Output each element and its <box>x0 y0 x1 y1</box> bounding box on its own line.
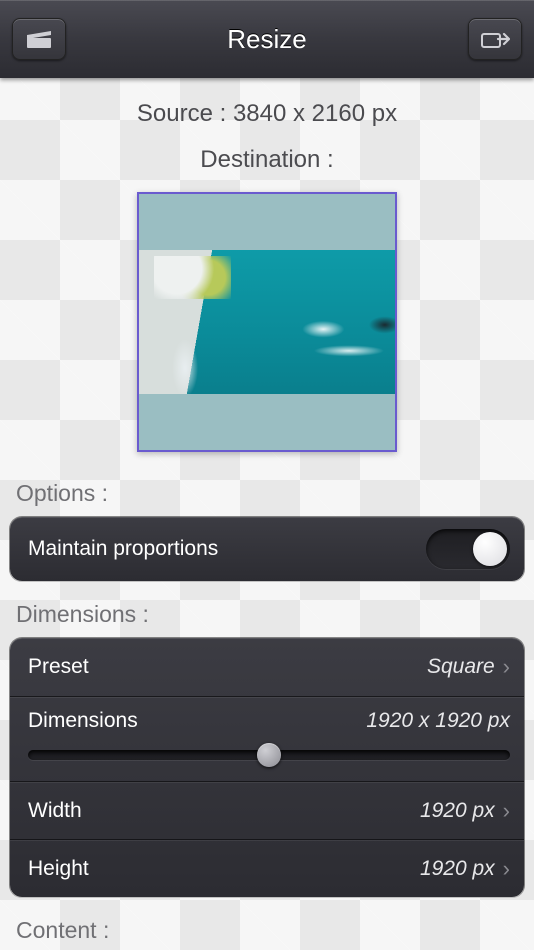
preset-row[interactable]: Preset Square › <box>10 638 524 696</box>
navbar: Resize <box>0 0 534 78</box>
width-label: Width <box>28 799 82 823</box>
content: Source : 3840 x 2160 px Destination : Op… <box>0 78 534 950</box>
preset-value: Square <box>427 655 495 679</box>
source-dimensions-text: Source : 3840 x 2160 px <box>0 100 534 128</box>
width-value: 1920 px <box>420 799 495 823</box>
options-panel: Maintain proportions <box>10 517 524 581</box>
slider-thumb[interactable] <box>257 743 281 767</box>
chevron-right-icon: › <box>503 656 510 678</box>
height-value: 1920 px <box>420 857 495 881</box>
width-row[interactable]: Width 1920 px › <box>10 781 524 839</box>
maintain-proportions-row[interactable]: Maintain proportions <box>10 517 524 581</box>
page-title: Resize <box>227 24 306 55</box>
preview-image <box>139 250 395 394</box>
destination-preview[interactable] <box>137 192 397 452</box>
maintain-proportions-label: Maintain proportions <box>28 537 218 561</box>
share-button[interactable] <box>468 18 522 60</box>
back-button[interactable] <box>12 18 66 60</box>
clapperboard-icon <box>26 29 52 49</box>
preview-container <box>0 192 534 452</box>
chevron-right-icon: › <box>503 858 510 880</box>
height-label: Height <box>28 857 89 881</box>
dimensions-row: Dimensions 1920 x 1920 px <box>10 696 524 781</box>
preview-letterbox-top <box>139 194 395 250</box>
dimensions-section-label: Dimensions : <box>0 595 534 638</box>
share-icon <box>480 29 510 49</box>
height-row[interactable]: Height 1920 px › <box>10 839 524 897</box>
chevron-right-icon: › <box>503 800 510 822</box>
dimensions-value: 1920 x 1920 px <box>366 709 510 733</box>
options-section-label: Options : <box>0 474 534 517</box>
toggle-knob <box>473 532 507 566</box>
destination-label: Destination : <box>0 146 534 174</box>
maintain-proportions-toggle[interactable] <box>426 529 510 569</box>
dimensions-label: Dimensions <box>28 709 138 733</box>
dimensions-slider[interactable] <box>28 745 510 765</box>
preview-letterbox-bottom <box>139 394 395 450</box>
content-section-label: Content : <box>0 911 534 950</box>
dimensions-panel: Preset Square › Dimensions 1920 x 1920 p… <box>10 638 524 897</box>
preset-label: Preset <box>28 655 89 679</box>
